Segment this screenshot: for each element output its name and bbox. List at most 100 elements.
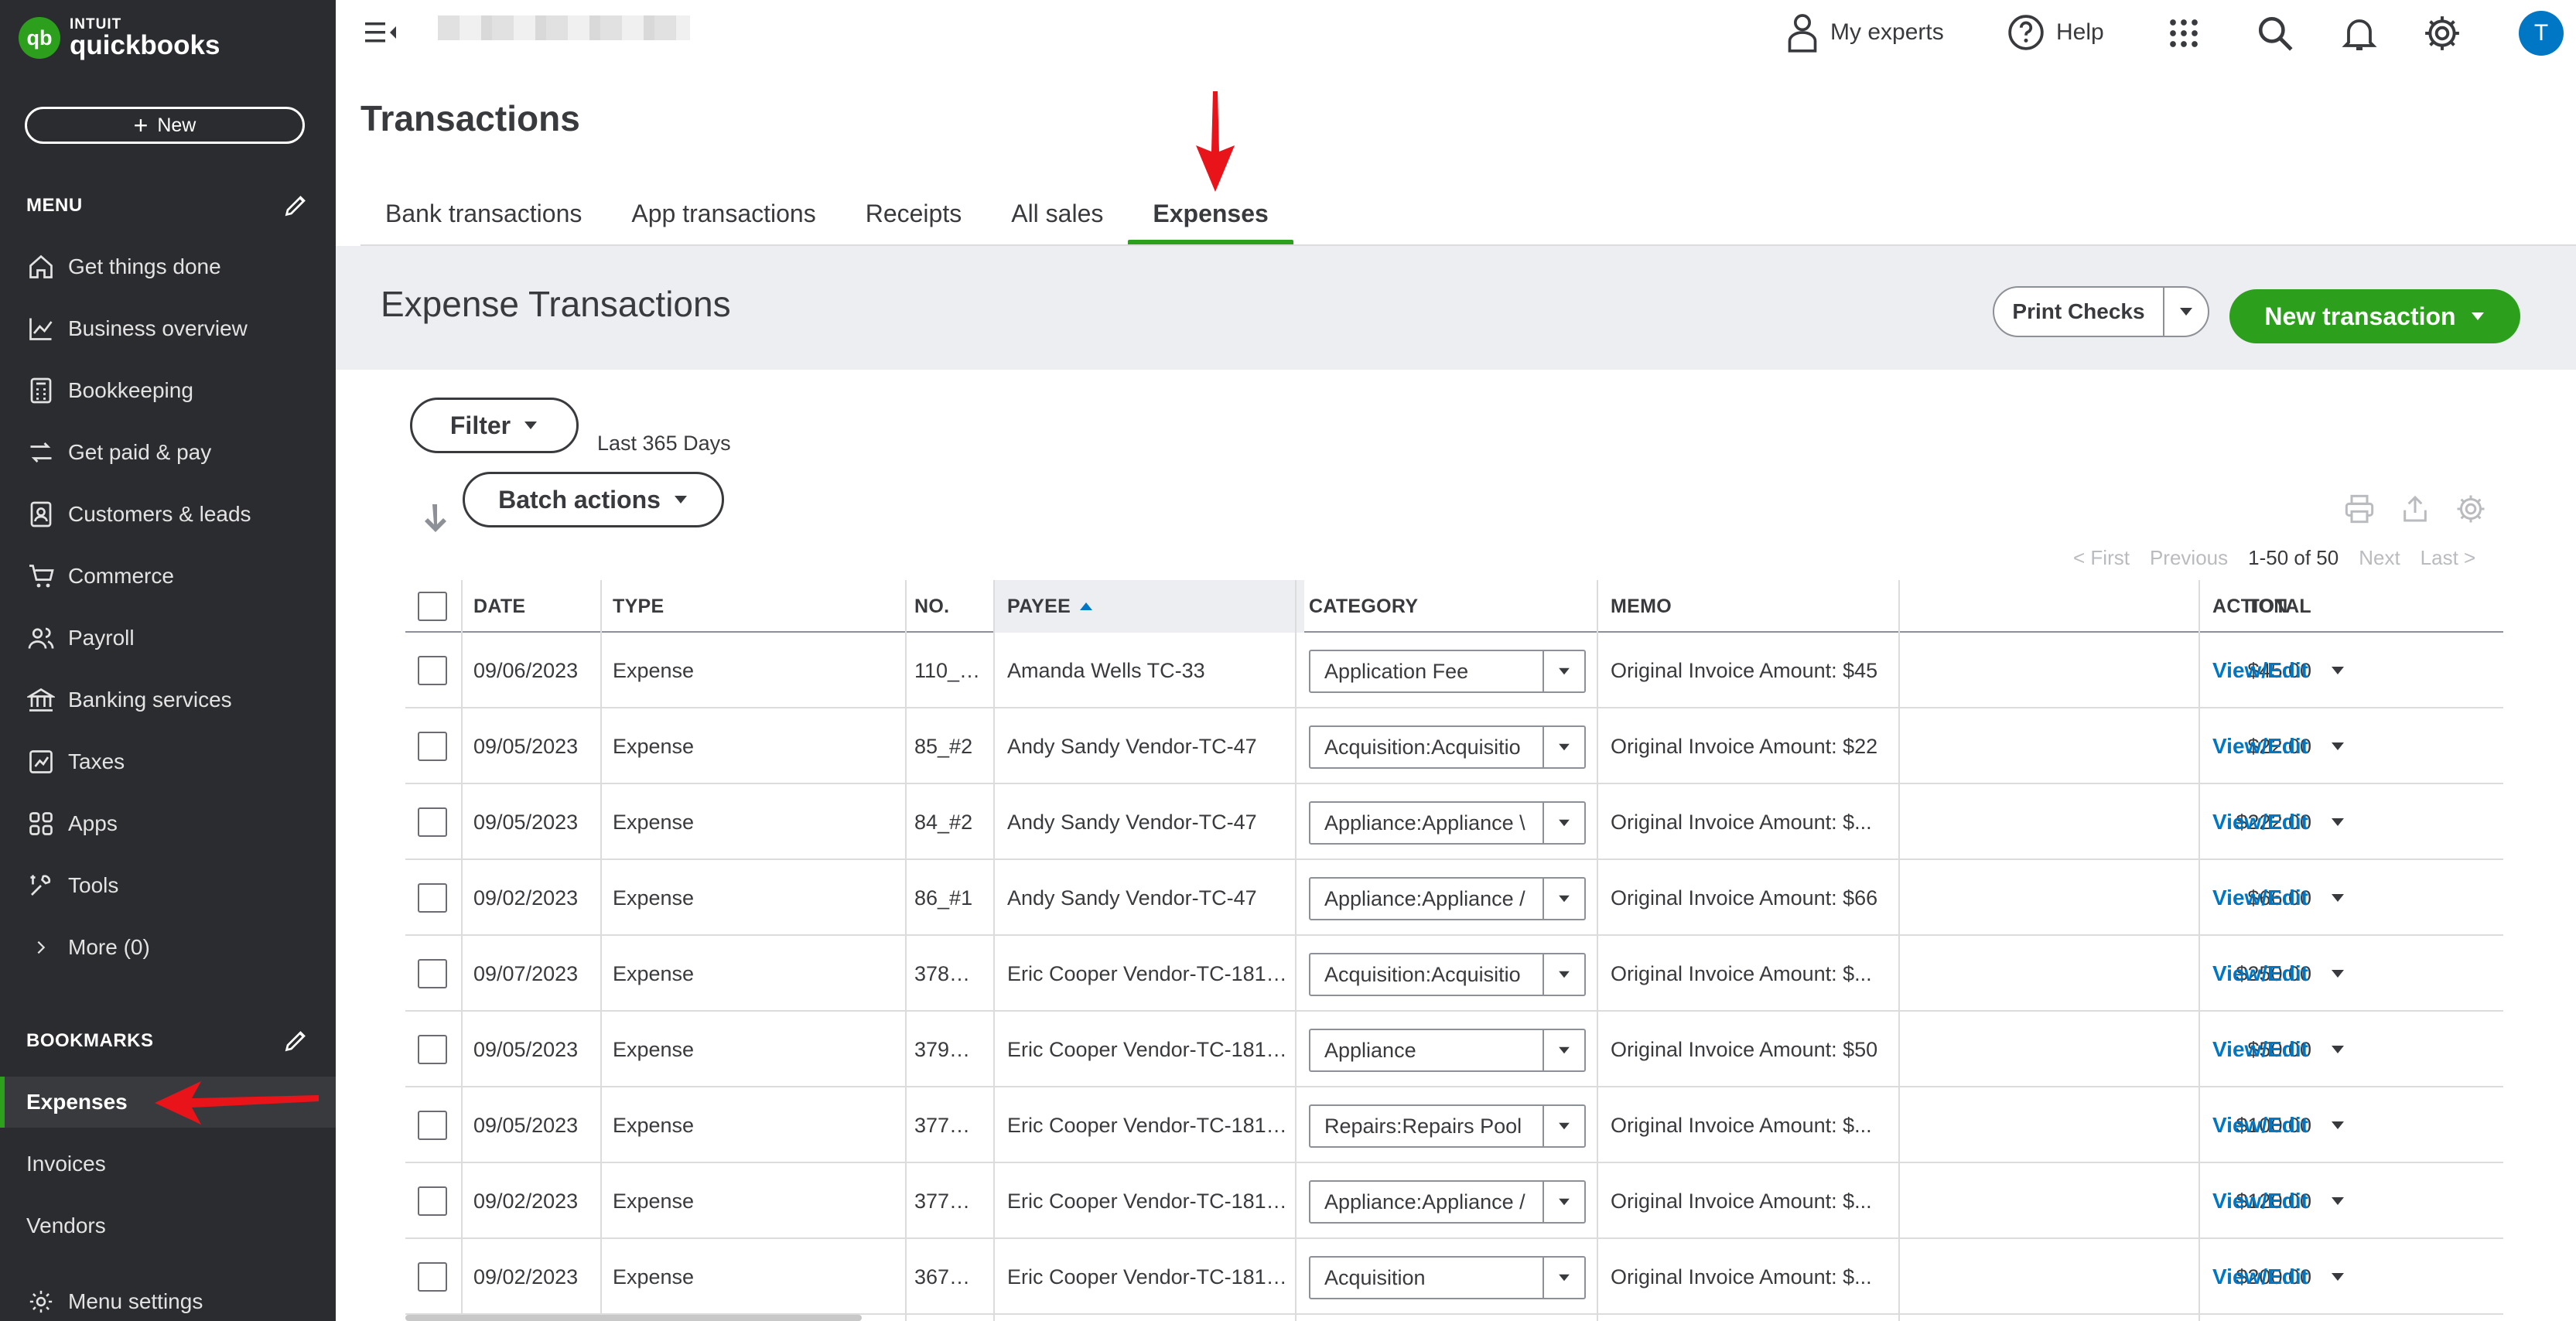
search-icon[interactable] (2256, 14, 2294, 53)
export-icon[interactable] (2400, 493, 2431, 524)
bookmark-invoices[interactable]: Invoices (0, 1138, 336, 1190)
sidebar-item-get-paid-pay[interactable]: Get paid & pay (0, 425, 336, 480)
sidebar-item-taxes[interactable]: Taxes (0, 735, 336, 789)
sidebar-item-bookkeeping[interactable]: Bookkeeping (0, 364, 336, 418)
row-checkbox[interactable] (418, 959, 447, 988)
category-select[interactable]: Appliance:Appliance \ (1309, 801, 1586, 845)
settings-gear-icon[interactable] (2423, 14, 2462, 53)
row-checkbox[interactable] (418, 1262, 447, 1292)
table-row[interactable]: 09/05/2023 Expense 85_#2 Andy Sandy Vendor-… (405, 708, 2503, 784)
category-dropdown-arrow[interactable] (1543, 803, 1584, 843)
table-row[interactable]: 09/02/2023 Expense 86_#1 Andy Sandy Vendor-… (405, 860, 2503, 936)
notifications-bell-icon[interactable] (2341, 14, 2378, 53)
user-avatar[interactable]: T (2519, 11, 2564, 56)
select-all-checkbox[interactable] (418, 592, 447, 621)
row-checkbox[interactable] (418, 1035, 447, 1064)
sidebar-item-get-things-done[interactable]: Get things done (0, 240, 336, 294)
row-checkbox[interactable] (418, 656, 447, 685)
action-caret-down-icon[interactable] (2330, 1120, 2345, 1131)
action-caret-down-icon[interactable] (2330, 1196, 2345, 1207)
category-dropdown-arrow[interactable] (1543, 954, 1584, 995)
sidebar-item-commerce[interactable]: Commerce (0, 549, 336, 603)
category-dropdown-arrow[interactable] (1543, 1182, 1584, 1222)
pager-next[interactable]: Next (2359, 546, 2400, 570)
view-edit-link[interactable]: View/Edit (2212, 961, 2308, 986)
table-row[interactable]: 09/05/2023 Expense 377… Eric Cooper Vendor-… (405, 1087, 2503, 1163)
sidebar-item-business-overview[interactable]: Business overview (0, 302, 336, 356)
action-caret-down-icon[interactable] (2330, 741, 2345, 752)
menu-settings[interactable]: Menu settings (0, 1275, 336, 1321)
edit-bookmarks-pencil-icon[interactable] (283, 1026, 311, 1053)
batch-actions-button[interactable]: Batch actions (463, 472, 724, 527)
table-row[interactable]: 09/06/2023 Expense 110_… Amanda Wells TC-33… (405, 633, 2503, 708)
action-caret-down-icon[interactable] (2330, 817, 2345, 828)
view-edit-link[interactable]: View/Edit (2212, 1189, 2308, 1213)
pager-previous[interactable]: Previous (2150, 546, 2228, 570)
category-select[interactable]: Appliance:Appliance / (1309, 1180, 1586, 1224)
category-dropdown-arrow[interactable] (1543, 727, 1584, 767)
col-payee[interactable]: PAYEE (995, 580, 1304, 633)
horizontal-scrollbar[interactable] (405, 1315, 862, 1321)
category-select[interactable]: Acquisition:Acquisitio (1309, 953, 1586, 996)
col-memo[interactable]: MEMO (1611, 580, 1672, 633)
col-category[interactable]: CATEGORY (1309, 580, 1418, 633)
category-dropdown-arrow[interactable] (1543, 1258, 1584, 1298)
category-dropdown-arrow[interactable] (1543, 1030, 1584, 1070)
new-transaction-button[interactable]: New transaction (2229, 289, 2520, 343)
sidebar-item-payroll[interactable]: Payroll (0, 611, 336, 665)
sidebar-item-banking-services[interactable]: Banking services (0, 673, 336, 727)
filter-button[interactable]: Filter (410, 398, 579, 453)
view-edit-link[interactable]: View/Edit (2212, 1037, 2308, 1062)
sort-arrow-icon[interactable] (422, 501, 449, 534)
table-row[interactable]: 09/02/2023 Expense 367… Eric Cooper Vendor-… (405, 1239, 2503, 1315)
action-caret-down-icon[interactable] (2330, 893, 2345, 903)
print-icon[interactable] (2344, 493, 2375, 524)
print-checks-button[interactable]: Print Checks (1994, 288, 2164, 336)
view-edit-link[interactable]: View/Edit (2212, 734, 2308, 759)
view-edit-link[interactable]: View/Edit (2212, 1113, 2308, 1138)
apps-grid-icon[interactable] (2168, 17, 2200, 49)
category-select[interactable]: Appliance (1309, 1029, 1586, 1072)
category-dropdown-arrow[interactable] (1543, 1106, 1584, 1146)
my-experts-button[interactable]: My experts (1785, 9, 1944, 56)
view-edit-link[interactable]: View/Edit (2212, 658, 2308, 683)
col-type[interactable]: TYPE (613, 580, 664, 633)
table-row[interactable]: 09/05/2023 Expense 84_#2 Andy Sandy Vendor-… (405, 784, 2503, 860)
new-button[interactable]: + New (25, 107, 305, 144)
pager-last[interactable]: Last > (2421, 546, 2476, 570)
view-edit-link[interactable]: View/Edit (2212, 886, 2308, 910)
collapse-menu-icon[interactable] (364, 17, 399, 48)
quickbooks-logo[interactable]: qb INTUIT quickbooks (19, 17, 220, 59)
view-edit-link[interactable]: View/Edit (2212, 1265, 2308, 1289)
row-checkbox[interactable] (418, 1111, 447, 1140)
action-caret-down-icon[interactable] (2330, 665, 2345, 676)
category-select[interactable]: Repairs:Repairs Pool (1309, 1104, 1586, 1148)
sidebar-item-more[interactable]: More (0) (0, 920, 336, 975)
view-edit-link[interactable]: View/Edit (2212, 810, 2308, 835)
table-row[interactable]: 09/02/2023 Expense 377… Eric Cooper Vendor-… (405, 1163, 2503, 1239)
help-button[interactable]: Help (2007, 9, 2104, 56)
edit-menu-pencil-icon[interactable] (283, 190, 311, 218)
action-caret-down-icon[interactable] (2330, 1272, 2345, 1282)
col-date[interactable]: DATE (473, 580, 525, 633)
table-settings-gear-icon[interactable] (2455, 493, 2486, 524)
pager-first[interactable]: < First (2073, 546, 2130, 570)
category-select[interactable]: Application Fee (1309, 650, 1586, 693)
col-no[interactable]: NO. (914, 580, 949, 633)
row-checkbox[interactable] (418, 883, 447, 913)
category-select[interactable]: Acquisition (1309, 1256, 1586, 1299)
tab-all-sales[interactable]: All sales (986, 193, 1128, 246)
action-caret-down-icon[interactable] (2330, 968, 2345, 979)
tab-app-transactions[interactable]: App transactions (606, 193, 840, 246)
sidebar-item-customers-leads[interactable]: Customers & leads (0, 487, 336, 541)
category-select[interactable]: Acquisition:Acquisitio (1309, 725, 1586, 769)
row-checkbox[interactable] (418, 1186, 447, 1216)
bookmark-vendors[interactable]: Vendors (0, 1200, 336, 1251)
tab-expenses[interactable]: Expenses (1128, 193, 1294, 246)
category-dropdown-arrow[interactable] (1543, 651, 1584, 691)
tab-receipts[interactable]: Receipts (841, 193, 987, 246)
tab-bank-transactions[interactable]: Bank transactions (360, 193, 606, 246)
category-dropdown-arrow[interactable] (1543, 879, 1584, 919)
table-row[interactable]: 09/05/2023 Expense 379… Eric Cooper Vendor-… (405, 1012, 2503, 1087)
sidebar-item-tools[interactable]: Tools (0, 858, 336, 913)
